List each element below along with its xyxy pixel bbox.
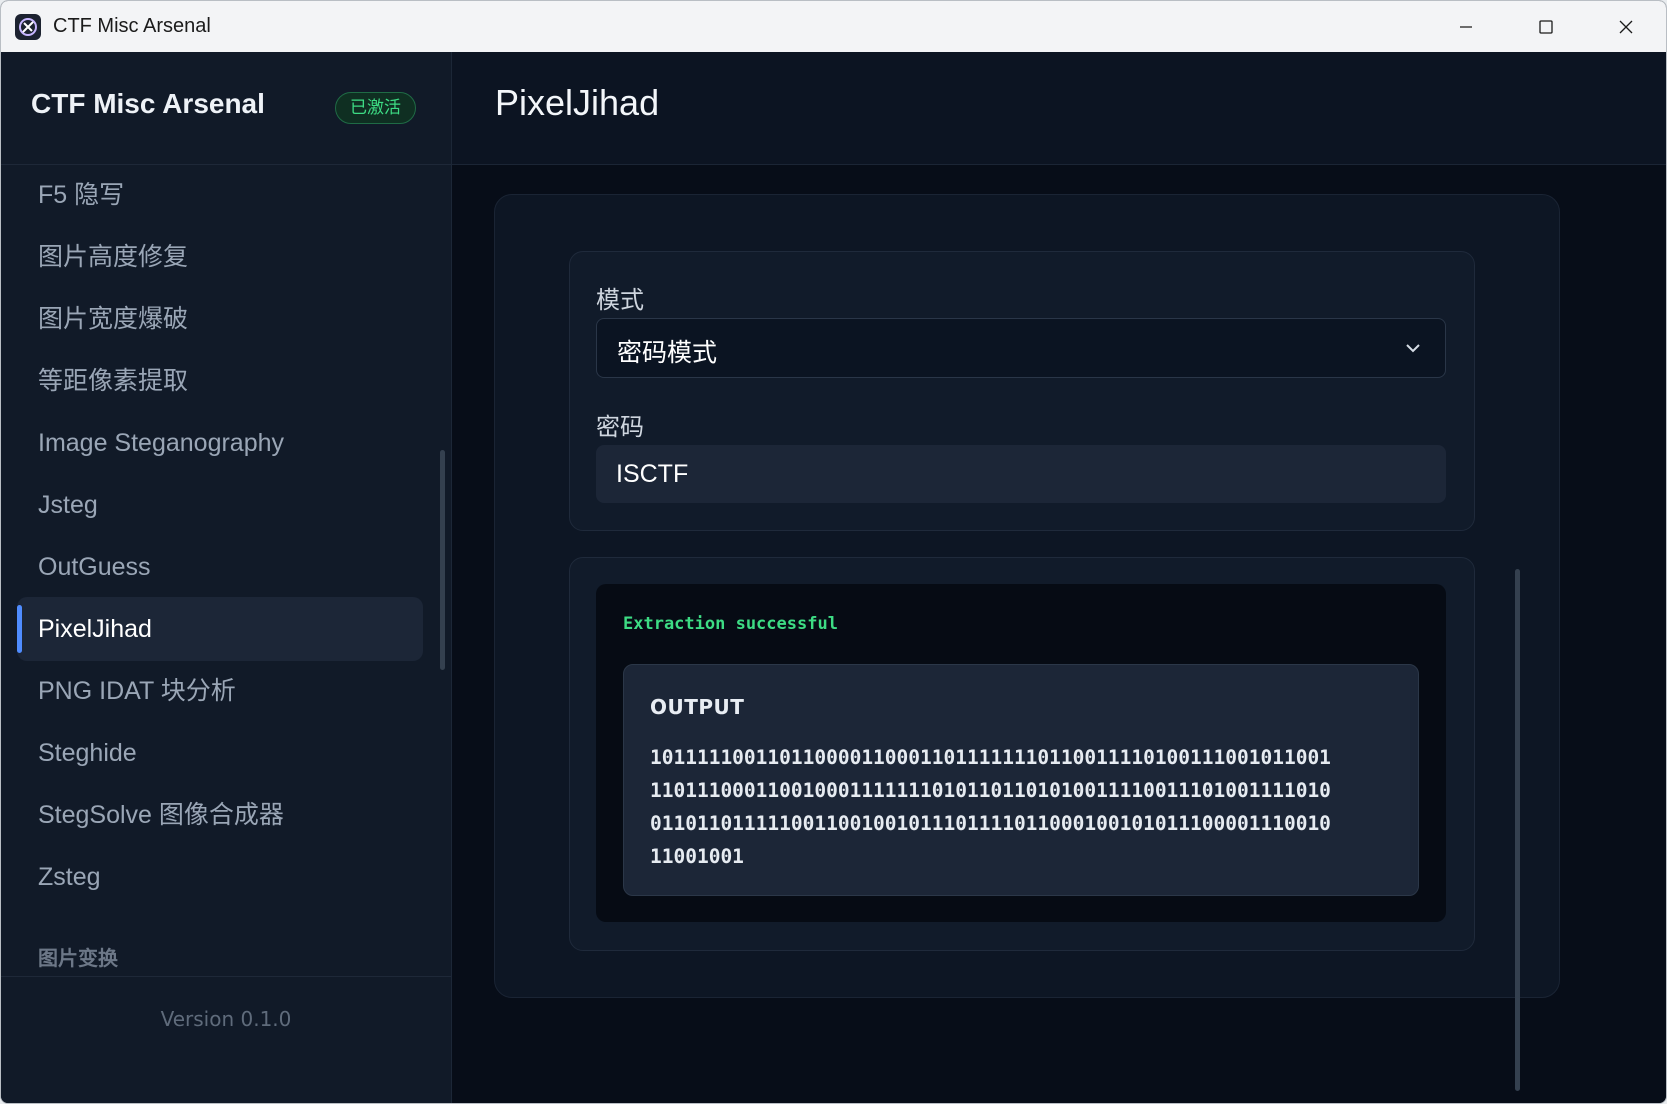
- maximize-button[interactable]: [1506, 1, 1586, 52]
- sidebar-item-jsteg[interactable]: Jsteg: [17, 473, 423, 537]
- app-window: CTF Misc Arsenal CTF Misc Arsenal 已激活 F5…: [0, 0, 1667, 1104]
- sidebar-brand: CTF Misc Arsenal 已激活: [1, 52, 451, 165]
- section-label-image-transform: 图片变换: [38, 946, 118, 970]
- main-area: PixelJihad 模式 密码模式 密码 Extraction success…: [452, 52, 1666, 1103]
- minimize-button[interactable]: [1426, 1, 1506, 52]
- sidebar-item-steghide[interactable]: Steghide: [17, 721, 423, 785]
- settings-card: 模式 密码模式 密码: [569, 251, 1475, 531]
- output-text[interactable]: 1011111001101100001100011011111110110011…: [650, 741, 1395, 873]
- output-line: 11001001: [650, 845, 744, 868]
- status-badge: 已激活: [335, 92, 416, 124]
- window-title: CTF Misc Arsenal: [53, 15, 211, 37]
- brand-title: CTF Misc Arsenal: [31, 88, 265, 119]
- output-box: OUTPUT 101111100110110000110001101111111…: [623, 664, 1419, 896]
- output-line: 1101110001100100011111110101101101010011…: [650, 779, 1331, 802]
- main-header: PixelJihad: [452, 52, 1666, 165]
- output-line: 1011111001101100001100011011111110110011…: [650, 746, 1331, 769]
- password-input[interactable]: [596, 445, 1446, 503]
- sidebar-item-pixeljihad[interactable]: PixelJihad: [17, 597, 423, 661]
- close-button[interactable]: [1586, 1, 1666, 52]
- title-bar[interactable]: CTF Misc Arsenal: [1, 1, 1666, 52]
- mode-select-value: 密码模式: [617, 338, 718, 367]
- output-line: 0110110111110011001001011101111011000100…: [650, 812, 1331, 835]
- password-label: 密码: [596, 413, 644, 441]
- page-title: PixelJihad: [495, 82, 660, 123]
- output-label: OUTPUT: [650, 695, 745, 719]
- sidebar-item-equidistant-pixel[interactable]: 等距像素提取: [17, 349, 423, 413]
- minimize-icon: [1460, 25, 1472, 28]
- chevron-down-icon: [1406, 344, 1420, 353]
- sidebar-item-outguess[interactable]: OutGuess: [17, 535, 423, 599]
- close-icon: [1619, 20, 1633, 33]
- app-logo-icon: [15, 13, 41, 40]
- tool-panel: 模式 密码模式 密码 Extraction successful OUTPUT: [494, 194, 1560, 1091]
- mode-label: 模式: [596, 286, 644, 314]
- version-text: Version 0.1.0: [160, 1007, 292, 1031]
- sidebar-scrollbar[interactable]: [440, 450, 445, 670]
- result-card: Extraction successful OUTPUT 10111110011…: [569, 557, 1475, 951]
- version-bar: Version 0.1.0: [1, 976, 451, 1055]
- status-message: Extraction successful: [623, 614, 838, 634]
- sidebar-item-png-idat[interactable]: PNG IDAT 块分析: [17, 659, 423, 723]
- result-console: Extraction successful OUTPUT 10111110011…: [596, 584, 1446, 922]
- mode-select[interactable]: 密码模式: [596, 318, 1446, 378]
- content-scrollbar[interactable]: [1515, 569, 1520, 1091]
- sidebar-item-image-width-brute[interactable]: 图片宽度爆破: [17, 287, 423, 351]
- sidebar-item-f5[interactable]: F5 隐写: [17, 163, 423, 227]
- sidebar-item-zsteg[interactable]: Zsteg: [17, 845, 423, 909]
- sidebar-item-image-steganography[interactable]: Image Steganography: [17, 411, 423, 475]
- maximize-icon: [1539, 19, 1553, 34]
- sidebar-item-image-height-repair[interactable]: 图片高度修复: [17, 225, 423, 289]
- sidebar: CTF Misc Arsenal 已激活 F5 隐写 图片高度修复 图片宽度爆破…: [1, 52, 452, 1103]
- sidebar-item-stegsolve[interactable]: StegSolve 图像合成器: [17, 783, 423, 847]
